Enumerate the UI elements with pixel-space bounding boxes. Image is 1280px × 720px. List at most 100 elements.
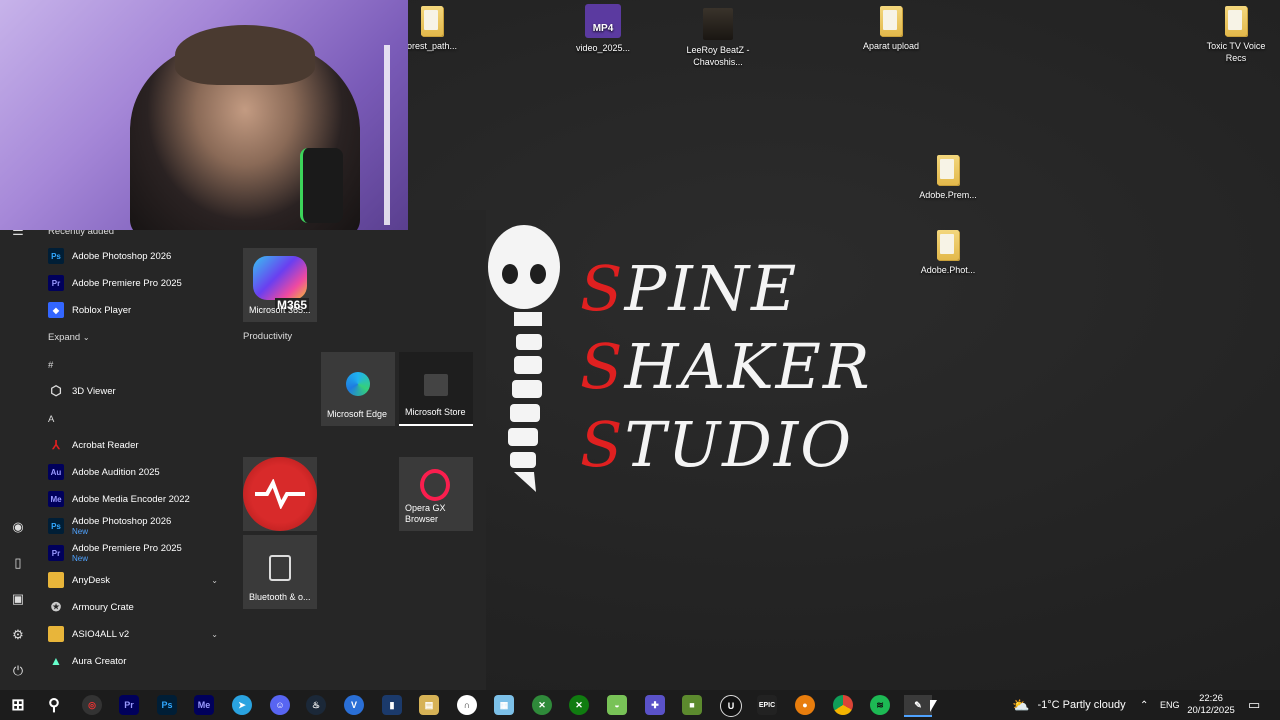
discord-icon[interactable]: ☺ [270,695,290,715]
list-item[interactable]: ◆ Roblox Player [36,297,230,323]
file-app-icon[interactable]: ▤ [419,695,439,715]
photoshop-icon[interactable]: Ps [157,695,177,715]
list-item[interactable]: Me Adobe Media Encoder 2022 [36,486,230,512]
map-icon[interactable]: ▦ [494,695,514,715]
epic-games-icon[interactable]: EPIC [757,695,777,715]
taskbar: ⊞ ⚲ ◎ Pr Ps Me ➤ ☺ ♨ V ▮ ▤ ∩ ▦ ✕ ✕ ◒ ✚ ■… [0,690,1280,720]
chevron-down-icon: ⌄ [211,575,218,585]
list-item[interactable]: Au Adobe Audition 2025 [36,459,230,485]
xbox-icon[interactable]: ✕ [569,695,589,715]
list-item-label: AnyDesk [72,574,111,586]
list-item[interactable]: ▲ Aura Creator [36,648,230,674]
list-item[interactable]: ✪ Armoury Crate [36,594,230,620]
list-item-label: Aura Creator [72,655,127,667]
list-item-label: Adobe Premiere Pro 2025 [72,277,182,289]
list-item-label: Armoury Crate [72,601,134,613]
desktop-icon-toxic-tv[interactable]: Toxic TV Voice Recs [1196,6,1276,64]
list-item[interactable]: ⅄ Acrobat Reader [36,432,230,458]
date: 20/12/2025 [1187,705,1235,716]
android-icon[interactable]: ◒ [607,695,627,715]
expand-button[interactable]: Expand ⌄ [48,332,90,343]
media-encoder-icon[interactable]: Me [194,695,214,715]
store-bag-icon [424,374,448,396]
spotify-icon[interactable]: ≋ [870,695,890,715]
bluetooth-tile[interactable]: Bluetooth & o... [243,535,317,609]
roblox-icon: ◆ [48,302,64,318]
productivity-group-label: Productivity [243,331,293,342]
list-item-label: Adobe Photoshop 2026 [72,250,172,262]
list-item[interactable]: Ps Adobe Photoshop 2026 [36,243,230,269]
list-item-label: Acrobat Reader [72,439,139,451]
list-item-label: Adobe Media Encoder 2022 [72,493,190,505]
pictures-icon[interactable]: ▣ [11,592,25,606]
aura-icon[interactable]: ◎ [82,695,102,715]
edge-tile[interactable]: Microsoft Edge [321,352,395,426]
tile-label: Opera GX Browser [405,503,446,524]
list-item[interactable]: ASIO4ALL v2 ⌄ [36,621,230,647]
list-item[interactable]: Ps Adobe Photoshop 2026 New [36,513,230,539]
logo-line: SHAKER [580,328,872,406]
unreal-icon[interactable]: U [720,695,742,717]
notification-icon[interactable]: ▭ [1248,690,1260,720]
logo-initial: S [580,330,625,403]
desktop-icon-adobe-photoshop[interactable]: Adobe.Phot... [908,230,988,276]
store-tile[interactable]: Microsoft Store [399,352,473,426]
headphones-icon[interactable]: ∩ [457,695,477,715]
album-art-icon [703,8,733,40]
chart-app-icon[interactable]: ▮ [382,695,402,715]
logo-line: SPINE [580,250,872,328]
list-item[interactable]: ⬡ 3D Viewer [36,378,230,404]
m365-tile[interactable]: M365 Microsoft 365... [243,248,317,322]
clock[interactable]: 22:26 20/12/2025 [1187,690,1235,720]
skull-spine-icon [488,225,560,492]
section-header-a[interactable]: A [48,414,54,425]
new-badge: New [72,527,89,536]
telegram-icon[interactable]: ➤ [232,695,252,715]
desktop-icon-video[interactable]: MP4 video_2025... [563,4,643,54]
start-menu: ☰ ◉ ▯ ▣ ⚙ ⏻ Recently added Ps Adobe Photo… [0,210,486,690]
webcam-overlay [0,0,408,230]
v-app-icon[interactable]: V [344,695,364,715]
weather-widget[interactable]: ⛅ -1°C Partly cloudy [1012,690,1126,720]
chrome-icon[interactable] [833,695,853,715]
tile-label: Microsoft 365... [249,305,311,315]
opera-gx-tile[interactable]: Opera GX Browser [399,457,473,531]
power-icon[interactable]: ⏻ [11,664,25,678]
microphone-icon [300,148,343,223]
list-item[interactable]: Pr Adobe Premiere Pro 2025 [36,270,230,296]
blender-icon[interactable]: ● [795,695,815,715]
desktop-icon-aparat[interactable]: Aparat upload [851,6,931,52]
windows-start-icon[interactable]: ⊞ [8,695,28,715]
search-icon[interactable]: ⚲ [44,695,64,715]
language-indicator[interactable]: ENG [1160,690,1180,720]
steam-icon[interactable]: ♨ [306,695,326,715]
pen-app-icon[interactable]: ✎ [904,695,932,717]
settings-gear-icon[interactable]: ⚙ [11,628,25,642]
cube-icon: ⬡ [50,383,62,398]
xbox-edge-icon[interactable]: ✕ [532,695,552,715]
desktop-icon-adobe-premiere[interactable]: Adobe.Prem... [908,155,988,201]
list-item[interactable]: AnyDesk ⌄ [36,567,230,593]
chevron-up-icon[interactable]: ⌃ [1140,690,1148,720]
minecraft-icon[interactable]: ■ [682,695,702,715]
edge-icon [346,372,370,396]
list-item-label: 3D Viewer [72,385,116,397]
chevron-down-icon: ⌄ [211,629,218,639]
premiere-icon[interactable]: Pr [119,695,139,715]
logo-word: HAKER [624,330,872,403]
tile-label: Bluetooth & o... [249,592,311,602]
armoury-tile[interactable] [243,457,317,531]
folder-icon [48,572,64,588]
section-header-hash[interactable]: # [48,360,53,371]
tile-label: Microsoft Store [405,407,466,417]
wallpaper-logo-text: SPINE SHAKER STUDIO [580,250,872,484]
expand-label: Expand [48,332,81,343]
folder-icon [937,230,959,260]
list-item[interactable]: Pr Adobe Premiere Pro 2025 New [36,540,230,566]
desktop-icon-label: video_2025... [575,43,631,53]
document-icon[interactable]: ▯ [11,556,25,570]
desktop-icon-album[interactable]: LeeRoy BeatZ - Chavoshis... [678,8,758,68]
premiere-icon: Pr [48,275,64,291]
user-icon[interactable]: ◉ [11,520,25,534]
gamepad-icon[interactable]: ✚ [645,695,665,715]
